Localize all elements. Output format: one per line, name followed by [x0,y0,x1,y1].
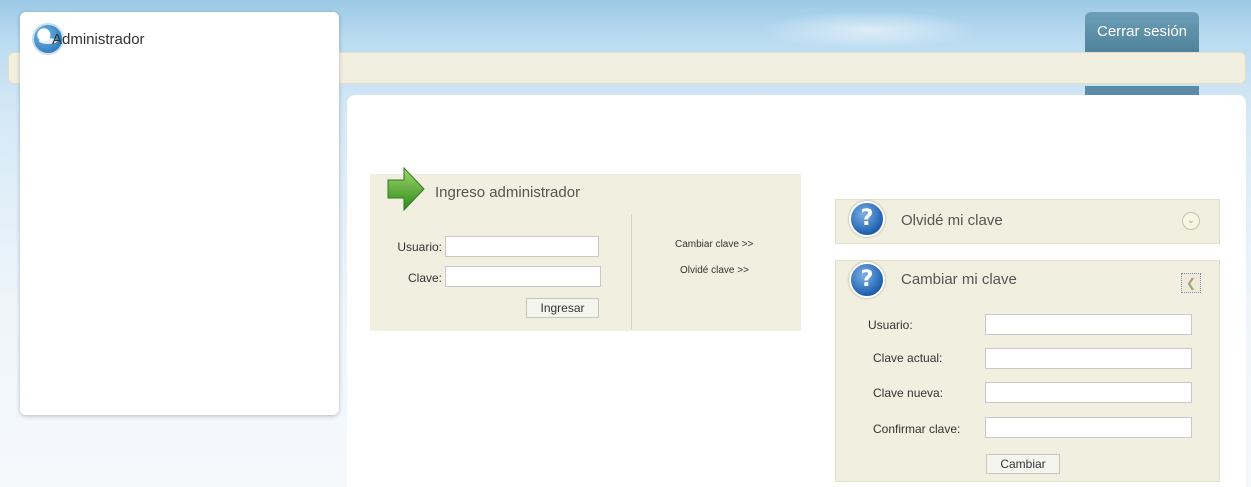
change-user-input[interactable] [985,314,1192,335]
forgot-password-panel[interactable] [835,199,1220,244]
sidebar-title: Administrador [52,31,145,48]
new-password-input[interactable] [985,382,1192,403]
change-password-link[interactable]: Cambiar clave >> [675,239,753,250]
confirm-password-label: Confirmar clave: [873,422,961,436]
forgot-panel-title[interactable]: Olvidé mi clave [901,212,1003,229]
change-password-panel [835,260,1220,482]
forgot-password-link[interactable]: Olvidé clave >> [680,265,749,276]
login-user-label: Usuario: [397,240,442,254]
chevron-down-icon[interactable]: ⌄ [1182,212,1200,230]
change-user-label: Usuario: [868,318,913,332]
login-password-input[interactable] [445,266,601,287]
login-divider [631,214,632,329]
login-submit-button[interactable]: Ingresar [526,298,599,318]
new-password-label: Clave nueva: [873,386,944,400]
sidebar-panel [20,12,339,415]
login-password-label: Clave: [407,271,442,285]
arrow-right-icon [387,166,425,212]
current-password-input[interactable] [985,348,1192,369]
confirm-password-input[interactable] [985,417,1192,438]
chevron-left-icon[interactable]: ❮ [1181,273,1201,293]
logout-button[interactable]: Cerrar sesión [1085,12,1199,54]
question-icon: ? [849,201,885,237]
current-password-label: Clave actual: [873,351,943,365]
change-submit-button[interactable]: Cambiar [986,454,1060,474]
question-icon: ? [849,262,885,298]
login-title: Ingreso administrador [435,184,581,201]
login-user-input[interactable] [445,236,599,257]
change-panel-title[interactable]: Cambiar mi clave [901,271,1017,288]
